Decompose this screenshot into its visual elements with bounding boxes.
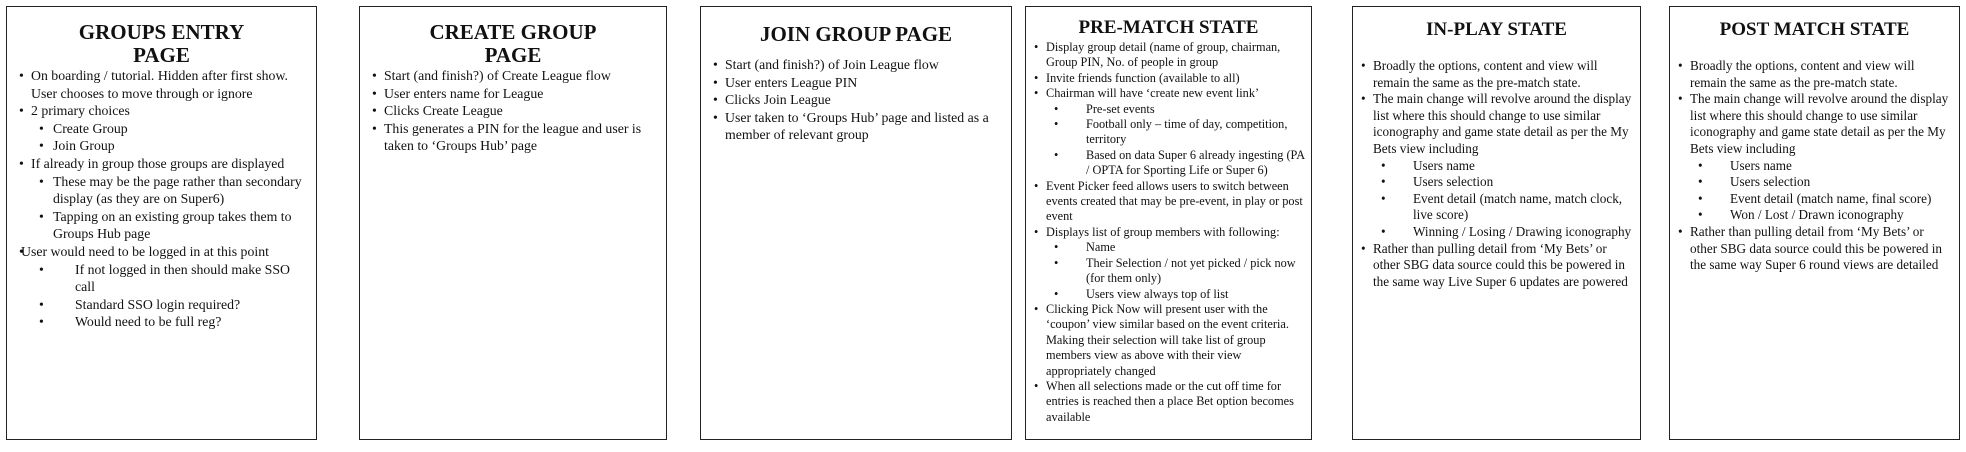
bullet-list: Start (and finish?) of Create League flo… [360, 67, 666, 155]
list-item: User would need to be logged in at this … [15, 243, 308, 261]
panel-title-line: POST MATCH STATE [1719, 19, 1910, 40]
list-item: Won / Lost / Drawn iconography [1674, 207, 1951, 224]
list-item: Displays list of group members with foll… [1030, 225, 1305, 241]
list-item: Clicking Pick Now will present user with… [1030, 302, 1305, 379]
list-item: Name [1030, 240, 1305, 256]
list-item-text: Would need to be full reg? [75, 314, 222, 330]
list-item: Event detail (match name, match clock, l… [1357, 191, 1632, 224]
panel-pre-match-state: PRE-MATCH STATE Display group detail (na… [1025, 6, 1312, 440]
bullet-list: Start (and finish?) of Join League flow … [701, 56, 1011, 144]
list-item: Tapping on an existing group takes them … [15, 208, 308, 243]
panel-title-line: PAGE [133, 43, 190, 67]
list-item: User enters League PIN [709, 74, 1001, 92]
list-item: Users view always top of list [1030, 287, 1305, 303]
list-item: User enters name for League [368, 85, 656, 103]
panel-title-line: CREATE GROUP [429, 20, 597, 44]
panel-title: CREATE GROUP PAGE [360, 7, 666, 67]
list-item: Their Selection / not yet picked / pick … [1030, 256, 1305, 287]
list-item: Create Group [15, 120, 308, 138]
list-item: Users name [1357, 158, 1632, 175]
bullet-list: Broadly the options, content and view wi… [1670, 58, 1959, 274]
panel-title: IN-PLAY STATE [1353, 7, 1640, 58]
list-item: 2 primary choices [15, 102, 308, 120]
list-item: If not logged in then should make SSO ca… [15, 261, 308, 296]
list-item: Would need to be full reg? [15, 313, 308, 331]
list-item: These may be the page rather than second… [15, 173, 308, 208]
panel-post-match-state: POST MATCH STATE Broadly the options, co… [1669, 6, 1960, 440]
panel-groups-entry-page: GROUPS ENTRY PAGE On boarding / tutorial… [6, 6, 317, 440]
list-item: Chairman will have ‘create new event lin… [1030, 86, 1305, 102]
list-item: The main change will revolve around the … [1357, 91, 1632, 157]
panel-in-play-state: IN-PLAY STATE Broadly the options, conte… [1352, 6, 1641, 440]
panel-title-line: PAGE [484, 43, 542, 67]
list-item: Broadly the options, content and view wi… [1357, 58, 1632, 91]
list-item: Start (and finish?) of Create League flo… [368, 67, 656, 85]
list-item: When all selections made or the cut off … [1030, 379, 1305, 425]
panel-title-line: PRE-MATCH STATE [1078, 17, 1259, 38]
panel-title: GROUPS ENTRY PAGE [7, 7, 316, 67]
bullet-list: Display group detail (name of group, cha… [1026, 40, 1311, 425]
bullet-list: On boarding / tutorial. Hidden after fir… [7, 67, 316, 331]
list-item: Event Picker feed allows users to switch… [1030, 179, 1305, 225]
list-item: Rather than pulling detail from ‘My Bets… [1674, 224, 1951, 274]
list-item: Rather than pulling detail from ‘My Bets… [1357, 241, 1632, 291]
bullet-list: Broadly the options, content and view wi… [1353, 58, 1640, 290]
list-item: This generates a PIN for the league and … [368, 120, 656, 155]
list-item: Based on data Super 6 already ingesting … [1030, 148, 1305, 179]
panel-join-group-page: JOIN GROUP PAGE Start (and finish?) of J… [700, 6, 1012, 440]
list-item: Winning / Losing / Drawing iconography [1357, 224, 1632, 241]
list-item: Users selection [1357, 174, 1632, 191]
panel-create-group-page: CREATE GROUP PAGE Start (and finish?) of… [359, 6, 667, 440]
list-item: Users selection [1674, 174, 1951, 191]
list-item: Standard SSO login required? [15, 296, 308, 314]
list-item: Start (and finish?) of Join League flow [709, 56, 1001, 74]
list-item: Join Group [15, 137, 308, 155]
list-item: On boarding / tutorial. Hidden after fir… [15, 67, 308, 102]
list-item: Broadly the options, content and view wi… [1674, 58, 1951, 91]
list-item: Football only – time of day, competition… [1030, 117, 1305, 148]
list-item: User taken to ‘Groups Hub’ page and list… [709, 109, 1001, 144]
panel-title-line: GROUPS ENTRY [78, 20, 245, 44]
list-item: Invite friends function (available to al… [1030, 71, 1305, 87]
list-item: Pre-set events [1030, 102, 1305, 118]
list-item: Display group detail (name of group, cha… [1030, 40, 1305, 71]
list-item: Clicks Create League [368, 102, 656, 120]
list-item: The main change will revolve around the … [1674, 91, 1951, 157]
list-item: If already in group those groups are dis… [15, 155, 308, 173]
panel-title-line: JOIN GROUP PAGE [759, 22, 953, 46]
list-item: Event detail (match name, final score) [1674, 191, 1951, 208]
panel-title: POST MATCH STATE [1670, 7, 1959, 58]
list-item: Clicks Join League [709, 91, 1001, 109]
panel-title: PRE-MATCH STATE [1026, 7, 1311, 40]
panel-title-line: IN-PLAY STATE [1426, 19, 1567, 40]
panel-title: JOIN GROUP PAGE [701, 7, 1011, 56]
list-item: Users name [1674, 158, 1951, 175]
